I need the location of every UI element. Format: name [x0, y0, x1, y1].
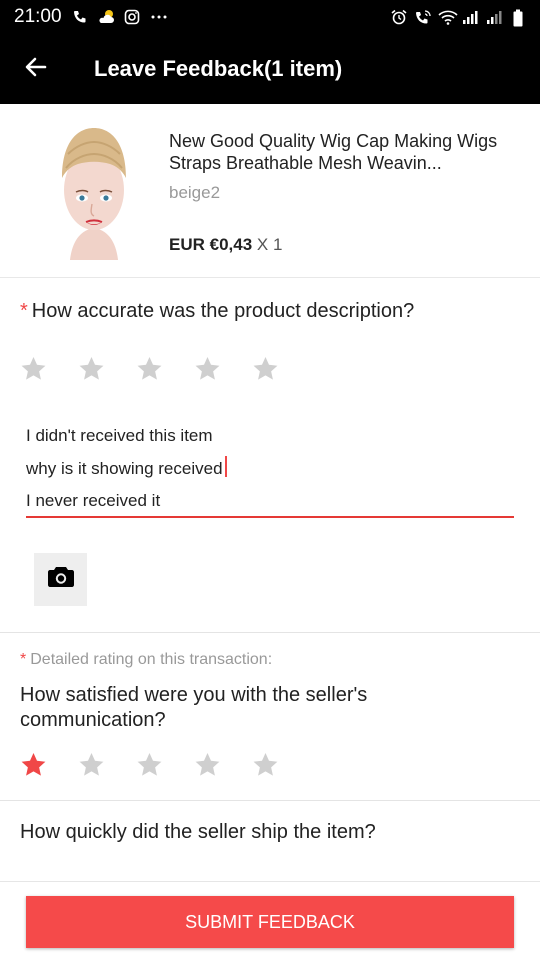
product-quantity: X 1 [256, 235, 283, 254]
star-icon[interactable] [78, 751, 105, 778]
star-icon[interactable] [78, 355, 105, 382]
battery-icon [510, 9, 526, 27]
app-bar: Leave Feedback(1 item) [0, 34, 540, 104]
detailed-rating-label-text: Detailed rating on this transaction: [30, 651, 273, 668]
description-question-text: How accurate was the product description… [31, 300, 415, 322]
status-bar: 21:00 [0, 0, 540, 34]
bottom-action-bar: SUBMIT FEEDBACK [0, 881, 540, 960]
shipping-question: How quickly did the seller ship the item… [20, 821, 376, 843]
communication-star-rating[interactable] [20, 751, 279, 778]
section-divider [0, 632, 540, 633]
review-line: why is it showing received [26, 458, 223, 478]
page-title: Leave Feedback(1 item) [94, 56, 343, 81]
star-icon[interactable] [20, 355, 47, 382]
review-textarea[interactable]: I didn't received this item why is it sh… [26, 420, 514, 518]
star-icon[interactable] [194, 751, 221, 778]
review-underline [26, 516, 514, 518]
alarm-icon [390, 9, 407, 25]
required-mark: * [20, 300, 28, 322]
wifi-call-icon [414, 9, 431, 25]
back-button[interactable] [0, 34, 70, 104]
mannequin-wig-cap-image [40, 122, 148, 260]
star-icon[interactable] [252, 355, 279, 382]
wifi-icon [438, 9, 458, 25]
star-icon[interactable] [252, 751, 279, 778]
text-cursor [224, 455, 227, 477]
required-mark: * [20, 651, 27, 668]
more-dots-icon [150, 9, 167, 25]
star-icon[interactable] [136, 355, 163, 382]
add-photo-button[interactable] [34, 553, 87, 606]
product-price: EUR €0,43 [169, 235, 253, 254]
phone-icon [72, 9, 88, 25]
star-icon[interactable] [136, 751, 163, 778]
review-line: I didn't received this item [26, 426, 213, 445]
description-question: * How accurate was the product descriptio… [20, 300, 414, 323]
review-line-cursor-row: why is it showing received [26, 453, 514, 486]
detailed-rating-label: * Detailed rating on this transaction: [20, 651, 272, 669]
review-line: I never received it [26, 491, 161, 510]
product-summary: New Good Quality Wig Cap Making Wigs Str… [0, 104, 540, 278]
signal-icon [462, 9, 478, 25]
product-name[interactable]: New Good Quality Wig Cap Making Wigs Str… [169, 130, 509, 174]
instagram-icon [124, 9, 140, 25]
star-icon[interactable] [20, 751, 47, 778]
status-time: 21:00 [14, 6, 62, 27]
arrow-left-icon [24, 55, 48, 84]
camera-icon [47, 565, 75, 594]
signal-icon [486, 9, 502, 25]
submit-feedback-button[interactable]: SUBMIT FEEDBACK [26, 896, 514, 948]
description-star-rating[interactable] [20, 355, 279, 382]
product-image[interactable] [40, 122, 148, 260]
product-variant: beige2 [169, 183, 221, 202]
weather-icon [98, 9, 114, 25]
communication-question: How satisfied were you with the seller's… [20, 684, 368, 731]
star-icon[interactable] [194, 355, 221, 382]
product-price-row: EUR €0,43 X 1 [169, 235, 282, 255]
section-divider [0, 800, 540, 801]
